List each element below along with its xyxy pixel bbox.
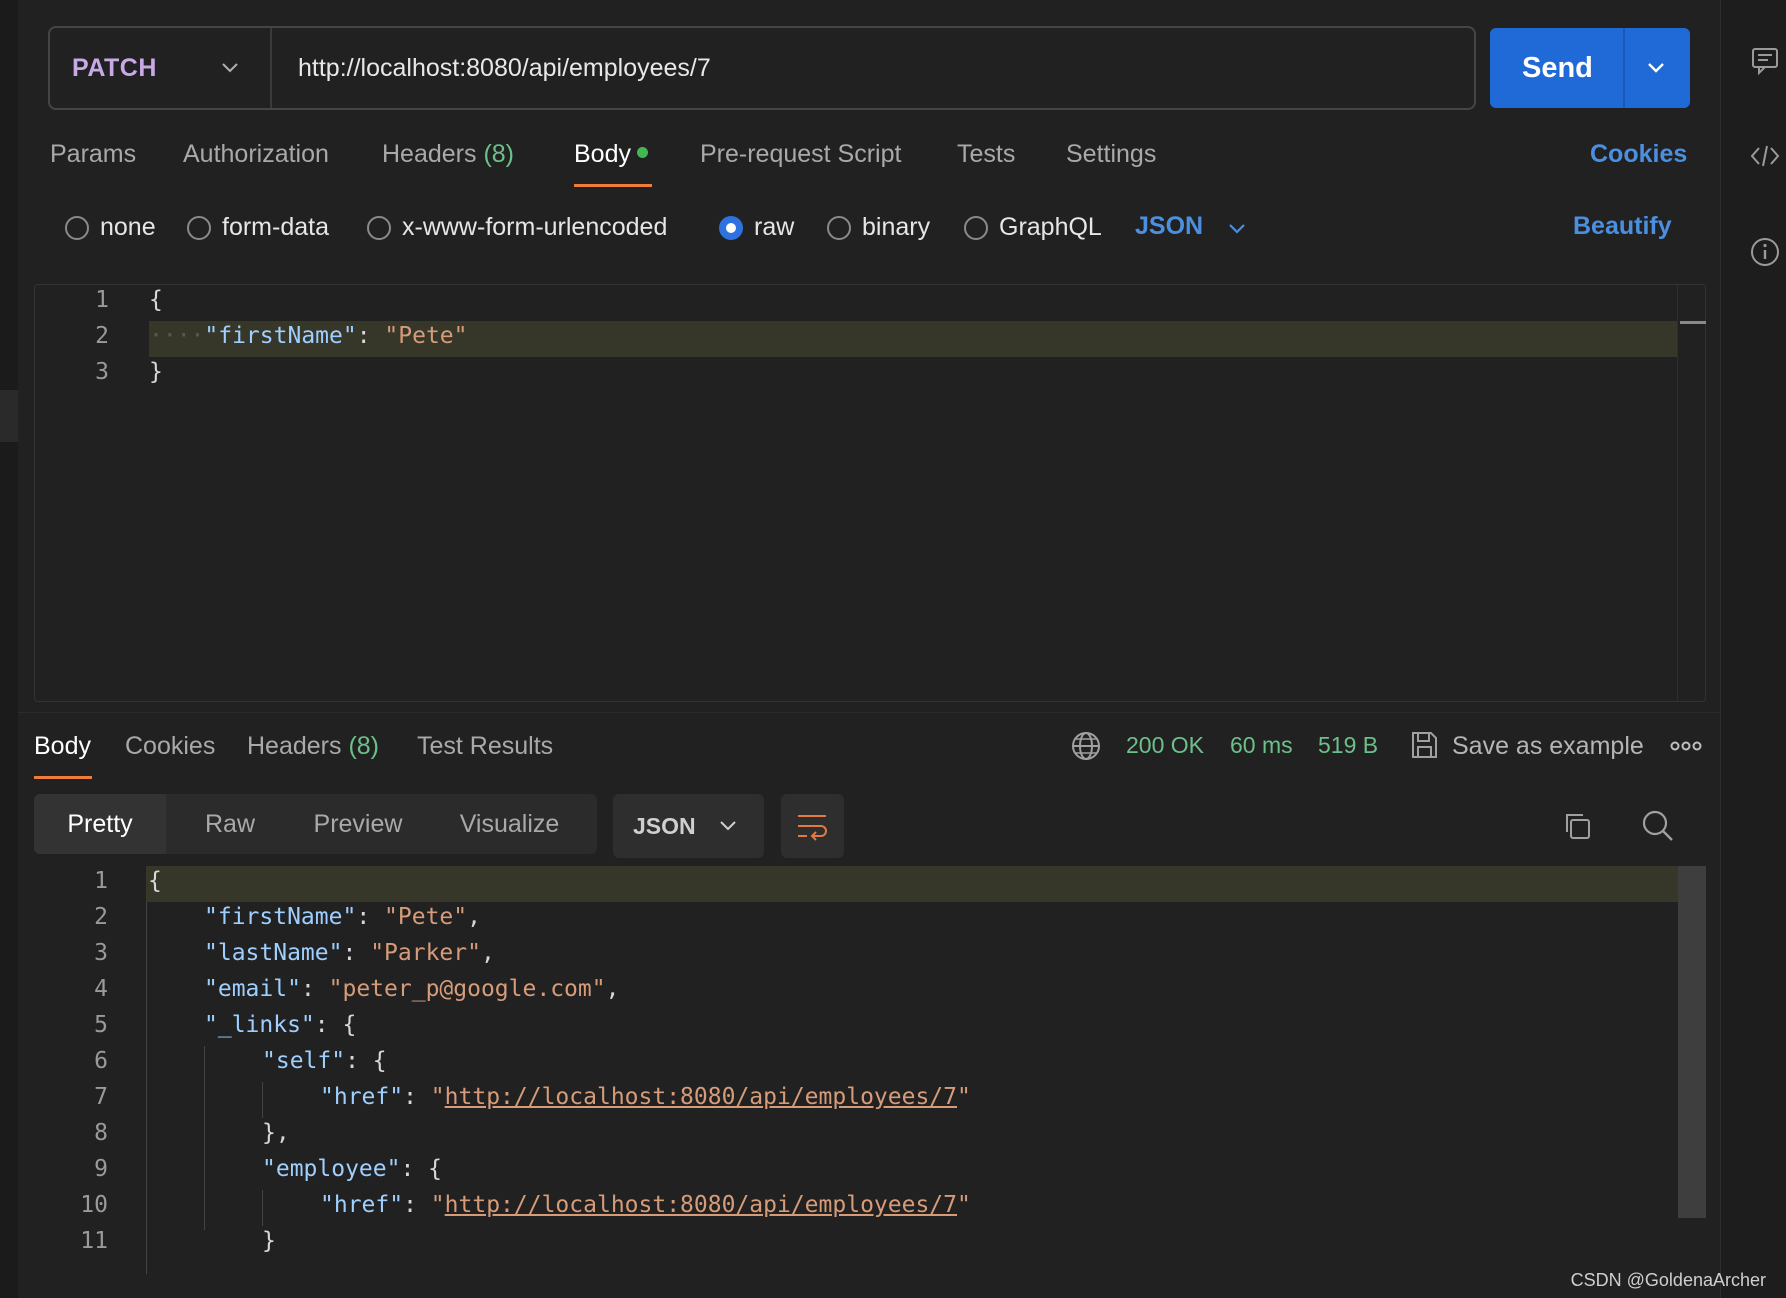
response-size[interactable]: 519 B [1318,732,1378,759]
globe-icon[interactable] [1070,730,1102,762]
cookies-link[interactable]: Cookies [1590,140,1687,169]
send-button[interactable]: Send [1490,28,1690,108]
tab-tests[interactable]: Tests [957,140,1015,169]
code-line: 6 "self": { [94,1048,387,1074]
status-code[interactable]: 200 OK [1126,732,1204,759]
response-tab-headers[interactable]: Headers (8) [247,732,379,761]
format-label: JSON [633,813,696,839]
headers-count: (8) [483,140,515,168]
radio-button[interactable] [367,216,391,240]
code-line: 7 "href": "http://localhost:8080/api/empl… [94,1084,971,1110]
code-snippet-icon[interactable] [1749,140,1781,172]
watermark: CSDN @GoldenaArcher [1570,1270,1766,1290]
tab-params[interactable]: Params [50,140,136,169]
response-tab-body[interactable]: Body [34,732,91,761]
view-pretty[interactable]: Pretty [34,794,166,854]
left-rail [0,0,18,1298]
radio-button-checked[interactable] [719,216,743,240]
chevron-down-icon [720,821,736,831]
code-line: 2 ····"firstName": "Pete" [95,323,468,349]
code-line: 1{ [94,868,162,894]
view-raw[interactable]: Raw [166,794,294,854]
save-as-example-button[interactable]: Save as example [1452,732,1644,761]
code-line: 8}, [94,1120,290,1146]
code-line: 1 { [95,287,163,313]
view-mode-selector: Pretty Raw Preview Visualize [34,794,597,854]
response-divider[interactable] [18,712,1720,713]
send-label: Send [1522,52,1593,84]
radio-button[interactable] [65,216,89,240]
url-bar: PATCH http://localhost:8080/api/employee… [48,26,1476,110]
href-link[interactable]: http://localhost:8080/api/employees/7 [445,1192,957,1218]
more-options-icon[interactable] [1670,738,1702,754]
active-tab-indicator [574,184,652,187]
copy-icon[interactable] [1561,810,1593,842]
code-line: 3 "lastName": "Parker", [94,940,495,966]
view-preview[interactable]: Preview [294,794,422,854]
response-tab-cookies[interactable]: Cookies [125,732,215,761]
code-line: 3 } [95,359,163,385]
response-time[interactable]: 60 ms [1230,732,1293,759]
comments-icon[interactable] [1749,44,1781,76]
tab-authorization[interactable]: Authorization [183,140,329,169]
href-link[interactable]: http://localhost:8080/api/employees/7 [445,1084,957,1110]
response-tab-test-results[interactable]: Test Results [417,732,553,761]
search-icon[interactable] [1640,808,1676,844]
chevron-down-icon [222,63,238,73]
code-line: 2 "firstName": "Pete", [94,904,481,930]
wrap-lines-button[interactable] [781,794,844,858]
wrap-lines-icon [798,815,827,841]
send-options-chevron-icon[interactable] [1640,52,1672,84]
url-input[interactable]: http://localhost:8080/api/employees/7 [298,54,711,83]
tab-body[interactable]: Body [574,140,648,169]
code-line: 9 "employee": { [94,1156,443,1182]
code-line: 11} [80,1228,276,1254]
right-sidebar [1720,0,1786,1298]
tab-headers[interactable]: Headers (8) [382,140,514,169]
language-select[interactable]: JSON [1135,212,1203,241]
send-divider [1623,28,1625,108]
view-visualize[interactable]: Visualize [422,794,597,854]
code-line: 5 "_links": { [94,1012,357,1038]
response-body-viewer[interactable]: 1{ 2 "firstName": "Pete", 3 "lastName": "P… [34,866,1706,1274]
radio-button[interactable] [827,216,851,240]
tab-settings[interactable]: Settings [1066,140,1156,169]
info-icon[interactable] [1749,236,1781,268]
code-line: 10 "href": "http://localhost:8080/api/emp… [80,1192,971,1218]
code-line: 4 "email": "peter_p@google.com", [94,976,620,1002]
radio-button[interactable] [187,216,211,240]
radio-button[interactable] [964,216,988,240]
save-icon[interactable] [1408,729,1440,761]
method-label: PATCH [72,54,157,82]
response-format-select[interactable]: JSON [613,794,764,858]
request-body-editor[interactable]: 1 { 2 ····"firstName": "Pete" 3 } [34,284,1706,702]
body-indicator-dot [636,147,648,158]
beautify-button[interactable]: Beautify [1573,212,1672,241]
method-select[interactable]: PATCH [50,28,272,108]
active-response-tab-indicator [34,776,92,779]
chevron-down-icon[interactable] [1224,216,1250,242]
left-rail-handle[interactable] [0,390,18,442]
tab-pre-request-script[interactable]: Pre-request Script [700,140,901,169]
